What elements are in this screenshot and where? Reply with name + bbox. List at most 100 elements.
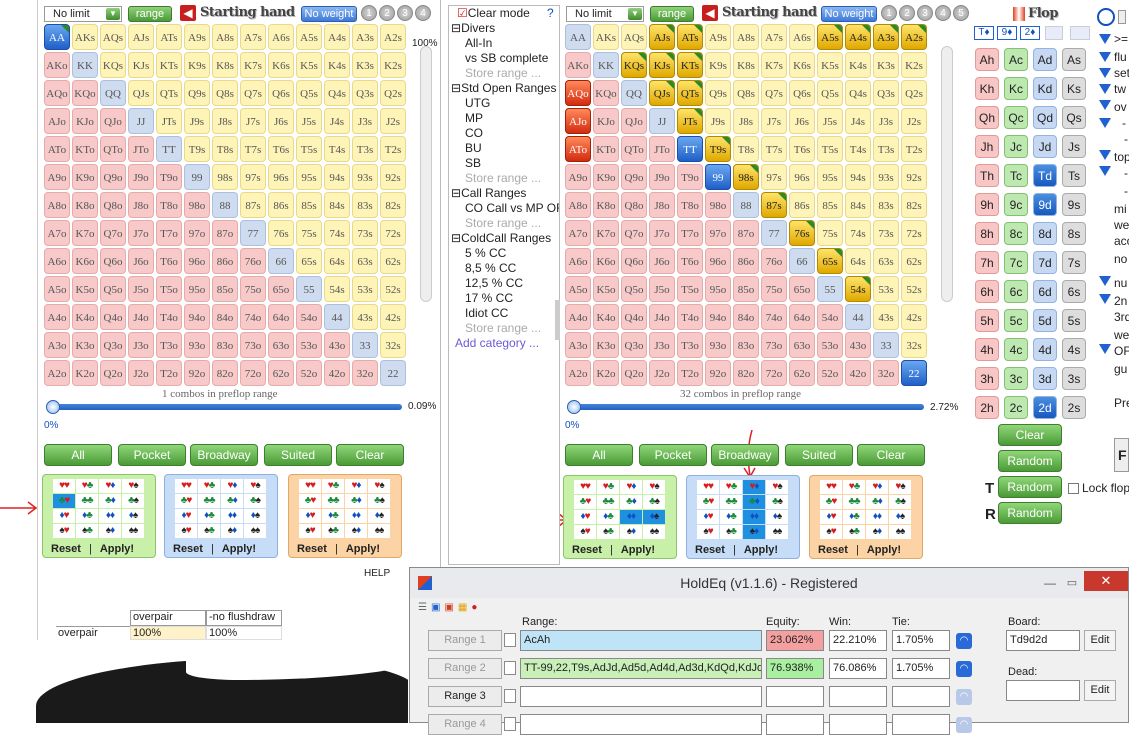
suit-combo-cell[interactable]: ♠♣	[843, 525, 865, 539]
hand-cell[interactable]: K8o	[593, 192, 619, 218]
hand-cell[interactable]: A3o	[44, 332, 70, 358]
suit-combo-cell[interactable]: ♦♣	[597, 510, 619, 524]
rss-icon[interactable]: ◠	[956, 661, 972, 677]
hand-cell[interactable]: T8s	[733, 136, 759, 162]
hand-cell[interactable]: 63o	[789, 332, 815, 358]
filter-button-all[interactable]: All	[44, 444, 112, 466]
suit-combo-cell[interactable]: ♣♠	[368, 494, 390, 508]
suit-combo-cell[interactable]: ♦♦	[866, 510, 888, 524]
tree-it[interactable]: All-In	[449, 36, 559, 51]
hand-cell[interactable]: 75o	[240, 276, 266, 302]
hand-cell[interactable]: J8s	[212, 108, 238, 134]
hand-cell[interactable]: AJo	[44, 108, 70, 134]
hand-cell[interactable]: 64o	[268, 304, 294, 330]
hand-cell[interactable]: K2s	[380, 52, 406, 78]
side-f-button[interactable]: F	[1114, 438, 1129, 472]
rss-icon[interactable]: ◠	[956, 717, 972, 733]
hand-cell[interactable]: AQs	[621, 24, 647, 50]
hand-cell[interactable]: T5s	[296, 136, 322, 162]
hand-cell[interactable]: Q4o	[621, 304, 647, 330]
hand-cell[interactable]: 85o	[733, 276, 759, 302]
range-slider-left[interactable]	[48, 404, 402, 410]
dead-edit-button[interactable]: Edit	[1084, 680, 1116, 701]
tree-store[interactable]: Store range ...	[449, 321, 559, 336]
collapse-minus-icon[interactable]: ⊟	[451, 186, 461, 200]
tree-it[interactable]: 5 % CC	[449, 246, 559, 261]
collapse-icon[interactable]	[1118, 10, 1126, 24]
hand-cell[interactable]: J5o	[128, 276, 154, 302]
hand-cell[interactable]: ATs	[156, 24, 182, 50]
suit-combo-cell[interactable]: ♠♦	[866, 525, 888, 539]
hand-cell[interactable]: J9o	[649, 164, 675, 190]
hand-cell[interactable]: 84s	[324, 192, 350, 218]
hand-cell[interactable]: T5o	[677, 276, 703, 302]
suit-combo-cell[interactable]: ♥♣	[322, 479, 344, 493]
hand-cell[interactable]: AA	[565, 24, 591, 50]
hand-cell[interactable]: T7s	[761, 136, 787, 162]
suit-combo-cell[interactable]: ♠♦	[99, 524, 121, 538]
hand-cell[interactable]: T4s	[845, 136, 871, 162]
reset-button[interactable]: Reset	[297, 543, 327, 555]
suit-combo-cell[interactable]: ♣♣	[198, 494, 220, 508]
hand-cell[interactable]: K3o	[593, 332, 619, 358]
flop-card-Js[interactable]: Js	[1062, 135, 1086, 158]
suit-combo-cell[interactable]: ♦♦	[221, 509, 243, 523]
maximize-button[interactable]: ▭	[1060, 568, 1084, 598]
hand-cell[interactable]: A4s	[845, 24, 871, 50]
tree-store[interactable]: Store range ...	[449, 66, 559, 81]
funnel-icon[interactable]	[1099, 344, 1111, 354]
hand-cell[interactable]: Q7o	[100, 220, 126, 246]
hand-cell[interactable]: 63o	[268, 332, 294, 358]
flop-card-8h[interactable]: 8h	[975, 222, 999, 245]
hand-cell[interactable]: 99	[184, 164, 210, 190]
flop-card-Th[interactable]: Th	[975, 164, 999, 187]
hand-cell[interactable]: 43s	[352, 304, 378, 330]
hand-cell[interactable]: QJo	[621, 108, 647, 134]
hand-cell[interactable]: J9s	[184, 108, 210, 134]
hand-cell[interactable]: 97o	[184, 220, 210, 246]
flop-card-Jc[interactable]: Jc	[1004, 135, 1028, 158]
suit-combo-cell[interactable]: ♥♥	[697, 480, 719, 494]
suit-combo-cell[interactable]: ♠♦	[345, 524, 367, 538]
hand-cell[interactable]: QJs	[649, 80, 675, 106]
filter-button-suited[interactable]: Suited	[785, 444, 853, 466]
filter-button-broadway[interactable]: Broadway	[711, 444, 779, 466]
suit-combo-cell[interactable]: ♥♠	[643, 480, 665, 494]
suit-combo-cell[interactable]: ♦♥	[175, 509, 197, 523]
flop-card-Qh[interactable]: Qh	[975, 106, 999, 129]
hand-cell[interactable]: 96o	[184, 248, 210, 274]
suit-combo-cell[interactable]: ♥♠	[244, 479, 266, 493]
suit-combo-cell[interactable]: ♦♦	[345, 509, 367, 523]
hand-cell[interactable]: 32o	[873, 360, 899, 386]
hand-cell[interactable]: Q6s	[789, 80, 815, 106]
flop-card-Ts[interactable]: Ts	[1062, 164, 1086, 187]
filter-button-clear[interactable]: Clear	[857, 444, 925, 466]
hand-cell[interactable]: 93o	[705, 332, 731, 358]
hand-cell[interactable]: 65o	[268, 276, 294, 302]
range-button-mid[interactable]: range	[650, 6, 694, 22]
tree-it[interactable]: BU	[449, 141, 559, 156]
hand-cell[interactable]: T6o	[677, 248, 703, 274]
slot-button[interactable]: 4	[415, 5, 431, 21]
weight-button-mid[interactable]: No weight	[821, 6, 877, 22]
hand-cell[interactable]: A3o	[565, 332, 591, 358]
hand-cell[interactable]: A7o	[44, 220, 70, 246]
help-icon[interactable]: ?	[547, 6, 554, 21]
hand-cell[interactable]: J2s	[380, 108, 406, 134]
hand-cell[interactable]: J4s	[845, 108, 871, 134]
hand-cell[interactable]: QTs	[677, 80, 703, 106]
suit-combo-cell[interactable]: ♠♠	[368, 524, 390, 538]
flop-card-9s[interactable]: 9s	[1062, 193, 1086, 216]
suit-combo-cell[interactable]: ♦♦	[99, 509, 121, 523]
hand-cell[interactable]: Q3s	[873, 80, 899, 106]
back-arrow-icon[interactable]: ◀	[702, 5, 718, 21]
hand-cell[interactable]: Q9s	[705, 80, 731, 106]
hand-cell[interactable]: K8s	[212, 52, 238, 78]
hand-cell[interactable]: A9o	[44, 164, 70, 190]
slot-button[interactable]: 2	[899, 5, 915, 21]
suit-combo-cell[interactable]: ♥♥	[53, 479, 75, 493]
tree-add[interactable]: Add category ...	[449, 336, 559, 351]
suit-combo-cell[interactable]: ♣♥	[53, 494, 75, 508]
hand-cell[interactable]: J7s	[761, 108, 787, 134]
tree-it[interactable]: MP	[449, 111, 559, 126]
